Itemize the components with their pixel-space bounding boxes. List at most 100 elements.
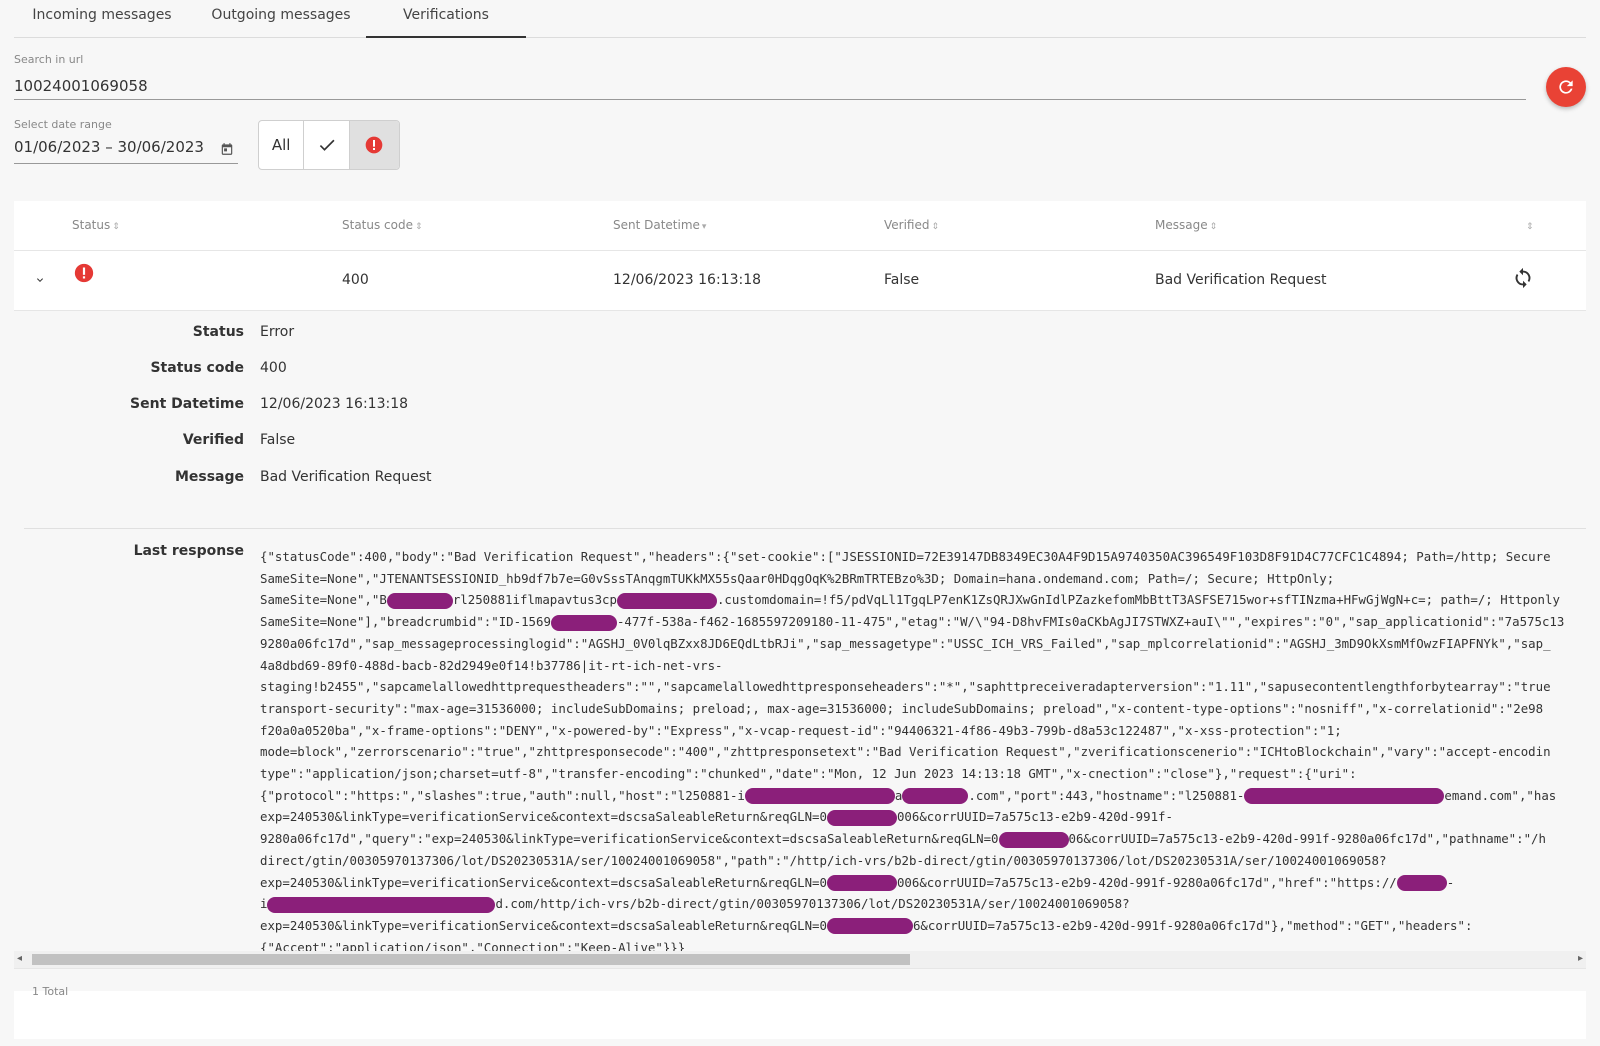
- redaction-mark: [826, 918, 913, 935]
- last-response-text: SameSite=None","JTENANTSESSIONID_hb9df7b…: [260, 570, 1335, 586]
- search-label: Search in url: [14, 53, 84, 66]
- last-response-line: {"protocol":"https:","slashes":true,"aut…: [260, 785, 1586, 807]
- sort-desc-icon: ▾: [701, 222, 707, 232]
- detail-value-verified: False: [260, 432, 296, 448]
- redaction-mark: [826, 809, 897, 826]
- last-response-text: d.com/http/ich-vrs/b2b-direct/gtin/00305…: [495, 896, 1130, 912]
- last-response-text: emand.com","has: [1444, 787, 1557, 803]
- last-response-text: exp=240530&linkType=verificationService&…: [260, 809, 827, 825]
- redaction-mark: [1244, 788, 1445, 805]
- last-response-line: staging!b2455","sapcamelallowedhttpreque…: [260, 676, 1586, 698]
- check-icon: [319, 139, 335, 151]
- last-response-line: i d.com/http/ich-vrs/b2b-direct/gtin/0030…: [260, 893, 1586, 915]
- last-response-text: type":"application/json;charset=utf-8","…: [260, 766, 1357, 782]
- redaction-mark: [1396, 875, 1447, 892]
- refresh-button[interactable]: [1546, 67, 1586, 107]
- redaction-mark: [616, 592, 717, 609]
- last-response-line: f20a0a0520ba","x-frame-options":"DENY","…: [260, 720, 1586, 742]
- last-response-text: rl250881iflmapavtus3cp: [452, 592, 617, 608]
- last-response-line: exp=240530&linkType=verificationService&…: [260, 872, 1586, 894]
- last-response-text: transport-security":"max-age=31536000; i…: [260, 700, 1544, 716]
- tab-bar: Incoming messages Outgoing messages Veri…: [14, 0, 1586, 38]
- sort-icon: ⇕: [1209, 222, 1218, 232]
- table-row[interactable]: 400 12/06/2023 16:13:18 False Bad Verifi…: [14, 251, 1586, 311]
- redaction-mark: [826, 875, 897, 892]
- last-response-text: 06&corrUUID=7a575c13-e2b9-420d-991f-9280…: [1068, 831, 1546, 847]
- last-response-text: direct/gtin/00305970137306/lot/DS2023053…: [260, 852, 1387, 868]
- retry-icon[interactable]: [1512, 267, 1534, 289]
- filter-all-button[interactable]: All: [259, 121, 305, 169]
- cell-sent-datetime: 12/06/2023 16:13:18: [613, 272, 762, 288]
- last-response-text: mode=block","zerrorscenario":"true","zht…: [260, 744, 1551, 760]
- column-header-actions[interactable]: ⇕: [1524, 218, 1534, 232]
- last-response-line: SameSite=None","JTENANTSESSIONID_hb9df7b…: [260, 568, 1586, 590]
- detail-value-status-code: 400: [260, 360, 287, 376]
- redaction-mark: [998, 831, 1069, 848]
- detail-divider: [24, 528, 1586, 529]
- cell-status-code: 400: [342, 272, 369, 288]
- last-response-text: exp=240530&linkType=verificationService&…: [260, 874, 827, 890]
- last-response-line: 4a8dbd69-89f0-488d-bacb-82d2949e0f14!b37…: [260, 655, 1586, 677]
- last-response-line: exp=240530&linkType=verificationService&…: [260, 806, 1586, 828]
- tab-outgoing-messages[interactable]: Outgoing messages: [196, 0, 366, 38]
- column-header-status-code[interactable]: Status code ⇕: [342, 218, 423, 232]
- error-icon: [366, 136, 383, 154]
- column-header-status[interactable]: Status ⇕: [72, 218, 120, 232]
- scroll-right-arrow-icon[interactable]: ▸: [1578, 953, 1583, 964]
- cell-message: Bad Verification Request: [1155, 272, 1327, 288]
- column-header-verified[interactable]: Verified ⇕: [884, 218, 939, 232]
- detail-value-message: Bad Verification Request: [260, 469, 432, 485]
- detail-label-last-response: Last response: [133, 543, 244, 559]
- cell-verified: False: [884, 272, 920, 288]
- sort-icon: ⇕: [1526, 222, 1534, 232]
- detail-value-status: Error: [260, 324, 295, 340]
- detail-value-sent-datetime: 12/06/2023 16:13:18: [260, 396, 409, 412]
- search-input[interactable]: [14, 72, 1526, 100]
- last-response-line: exp=240530&linkType=verificationService&…: [260, 915, 1586, 937]
- sort-icon: ⇕: [112, 222, 120, 232]
- error-icon: [74, 263, 94, 283]
- last-response-text: staging!b2455","sapcamelallowedhttpreque…: [260, 679, 1551, 695]
- last-response-text: .customdomain=!f5/pdVqLl1TgqLP7enK1ZsQRJ…: [716, 592, 1560, 608]
- last-response-body: {"statusCode":400,"body":"Bad Verificati…: [260, 546, 1586, 958]
- detail-label-verified: Verified: [182, 432, 244, 448]
- calendar-icon[interactable]: [220, 142, 234, 156]
- status-filter-toggle: All: [258, 120, 400, 170]
- sort-icon: ⇕: [415, 222, 423, 232]
- last-response-line: 9280a06fc17d","query":"exp=240530&linkTy…: [260, 828, 1586, 850]
- last-response-text: a: [894, 787, 903, 803]
- tab-verifications[interactable]: Verifications: [366, 0, 526, 38]
- redaction-mark: [386, 592, 453, 609]
- row-detail-panel: Status Error Status code 400 Sent Dateti…: [14, 311, 1586, 991]
- column-header-sent-datetime[interactable]: Sent Datetime ▾: [613, 218, 706, 232]
- table-footer-divider: [14, 968, 1586, 969]
- filter-error-button[interactable]: [349, 121, 399, 169]
- last-response-line: direct/gtin/00305970137306/lot/DS2023053…: [260, 850, 1586, 872]
- last-response-text: 9280a06fc17d","query":"exp=240530&linkTy…: [260, 831, 999, 847]
- date-range-field[interactable]: 01/06/2023 – 30/06/2023: [14, 136, 238, 164]
- column-header-message[interactable]: Message ⇕: [1155, 218, 1217, 232]
- last-response-text: 006&corrUUID=7a575c13-e2b9-420d-991f-: [896, 809, 1173, 825]
- last-response-text: f20a0a0520ba","x-frame-options":"DENY","…: [260, 722, 1342, 738]
- last-response-text: .com","port":443,"hostname":"l250881-: [968, 787, 1245, 803]
- date-range-value: 01/06/2023 – 30/06/2023: [14, 138, 204, 156]
- detail-label-message: Message: [174, 469, 244, 485]
- last-response-text: i: [260, 896, 268, 912]
- filter-success-button[interactable]: [304, 121, 350, 169]
- tab-incoming-messages[interactable]: Incoming messages: [14, 0, 190, 38]
- last-response-line: SameSite=None"],"breadcrumbid":"ID-1569 -…: [260, 611, 1586, 633]
- refresh-icon: [1559, 80, 1573, 94]
- last-response-line: type":"application/json;charset=utf-8","…: [260, 763, 1586, 785]
- last-response-text: -477f-538a-f462-1685597209180-11-475","e…: [616, 614, 1565, 630]
- last-response-text: {"protocol":"https:","slashes":true,"aut…: [260, 787, 745, 803]
- date-range-label: Select date range: [14, 118, 112, 131]
- detail-label-status-code: Status code: [150, 360, 244, 376]
- last-response-text: 9280a06fc17d","sap_messageprocessinglogi…: [260, 635, 1551, 651]
- last-response-text: 006&corrUUID=7a575c13-e2b9-420d-991f-928…: [896, 874, 1397, 890]
- chevron-down-icon[interactable]: [34, 274, 46, 286]
- redaction-mark: [550, 614, 617, 631]
- redaction-mark: [902, 788, 969, 805]
- scroll-left-arrow-icon[interactable]: ◂: [17, 953, 22, 964]
- scrollbar-thumb[interactable]: [32, 954, 910, 965]
- horizontal-scrollbar[interactable]: ◂ ▸: [14, 951, 1586, 968]
